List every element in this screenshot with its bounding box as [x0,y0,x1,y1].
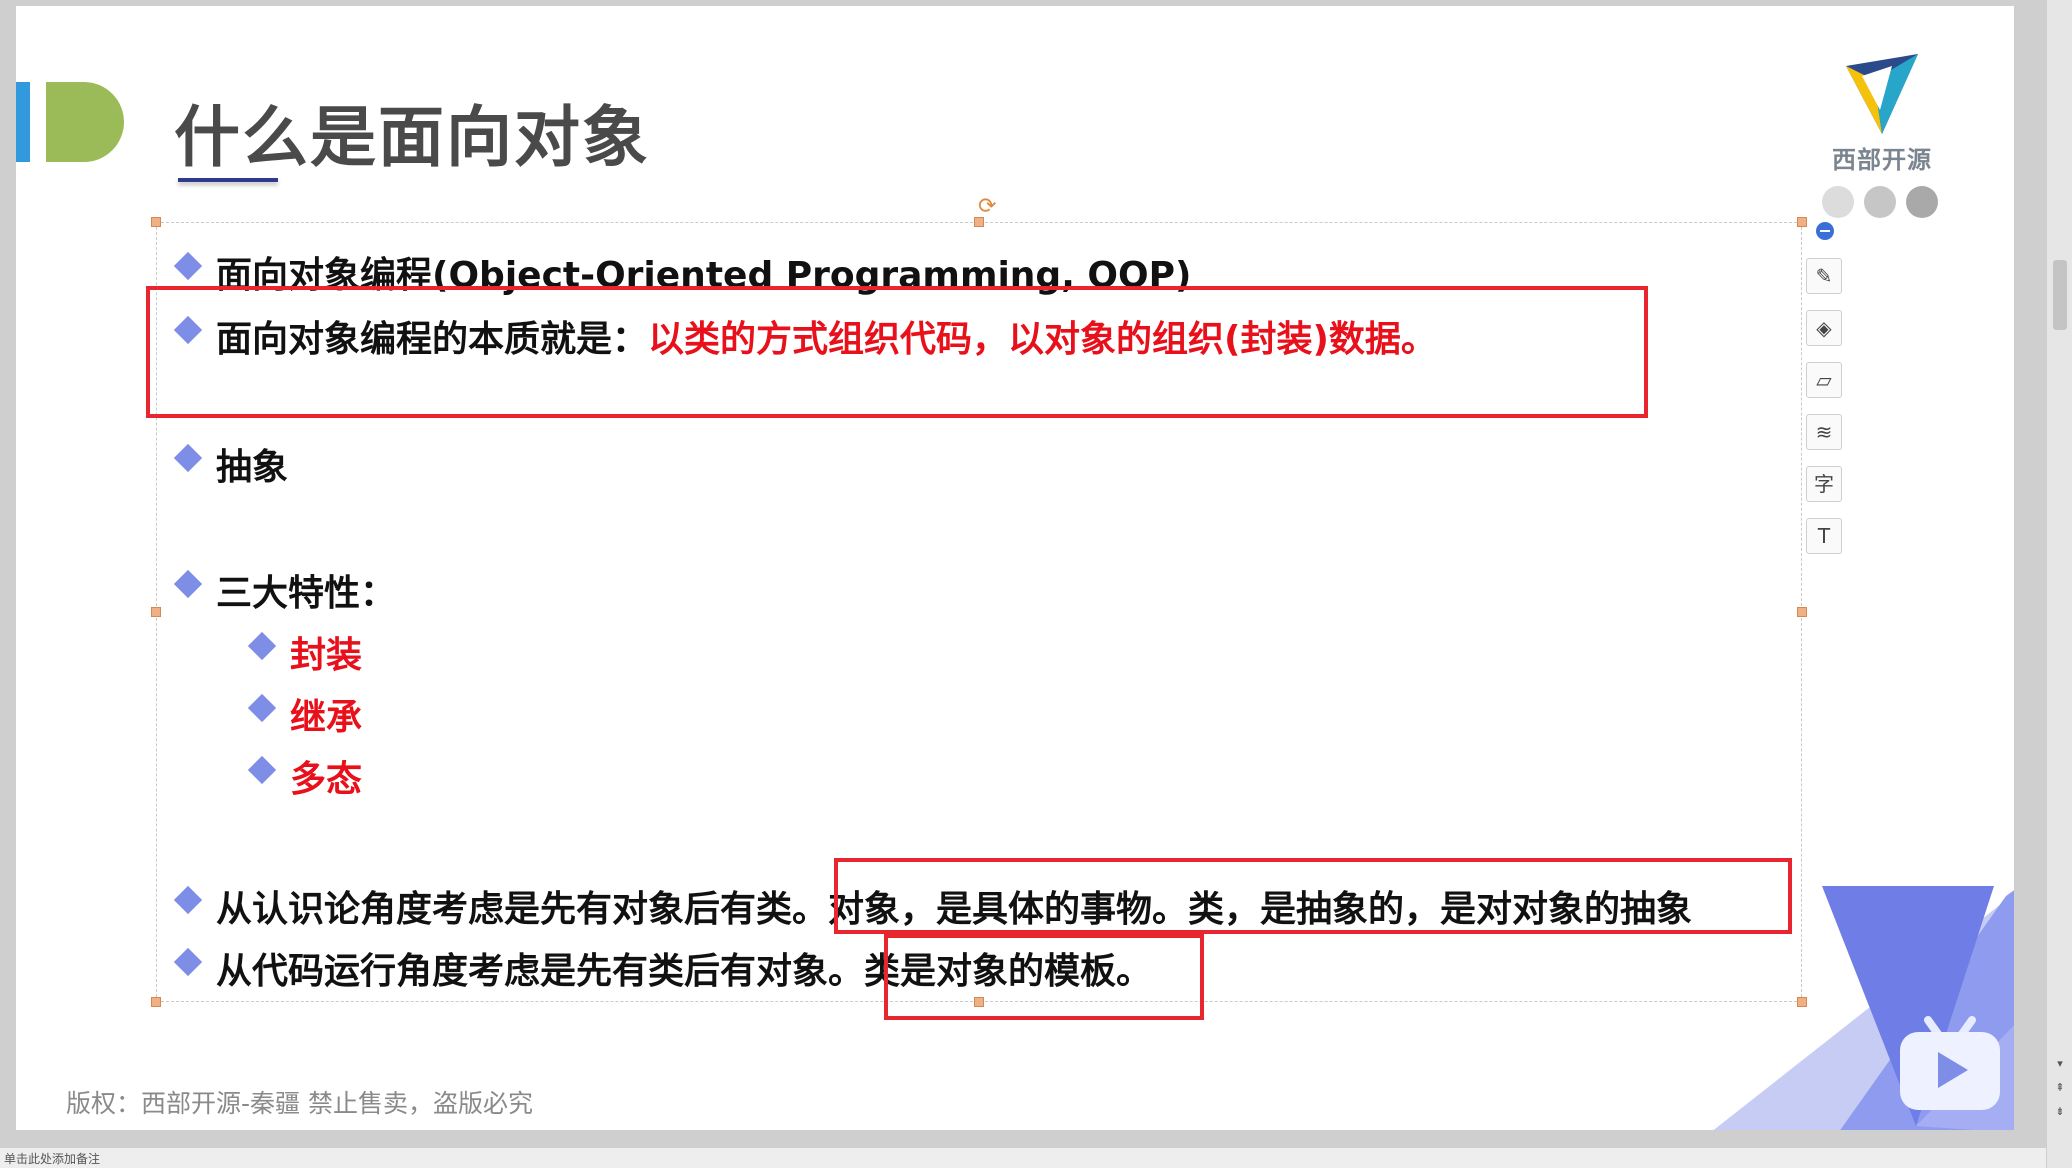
text-effect-icon[interactable]: T [1806,518,1842,554]
decor-dot [1822,186,1854,218]
notes-bar[interactable]: 单击此处添加备注 [0,1148,2046,1168]
notes-placeholder[interactable]: 单击此处添加备注 [4,1150,100,1167]
bullet-epistemology-a: 从认识论角度考虑是先有对象后有类。 [216,889,829,930]
resize-handle[interactable] [151,997,161,1007]
logo-icon [1846,54,1918,134]
text-style-icon[interactable]: 字 [1806,466,1842,502]
page-up-icon[interactable]: ⇞ [2052,1080,2068,1096]
feature-encapsulation: 封装 [290,635,363,676]
logo-text: 西部开源 [1832,146,1932,174]
title-underline [178,178,278,182]
feature-inheritance: 继承 [290,697,363,738]
bullet-three-features: 三大特性： [216,573,397,614]
resize-handle[interactable] [1797,217,1807,227]
edit-shape-icon[interactable]: ✎ [1806,258,1842,294]
scroll-down-icon[interactable]: ▾ [2052,1056,2068,1072]
copyright-footer: 版权：西部开源-秦疆 禁止售卖，盗版必究 [66,1089,533,1118]
rotate-handle-icon[interactable]: ⟳ [978,194,996,219]
fill-icon[interactable]: ◈ [1806,310,1842,346]
bullet-runtime-a: 从代码运行角度考虑是先有类后有对象。 [216,951,865,992]
decor-dot [1864,186,1896,218]
highlight-box [884,934,1204,1020]
resize-handle[interactable] [974,217,984,227]
feature-polymorphism: 多态 [290,759,363,800]
highlight-box [834,858,1792,934]
layers-icon[interactable]: ≋ [1806,414,1842,450]
outline-icon[interactable]: ▱ [1806,362,1842,398]
page-down-icon[interactable]: ⇟ [2052,1104,2068,1120]
resize-handle[interactable] [151,607,161,617]
video-play-icon[interactable] [1898,1016,2002,1112]
slide-title[interactable]: 什么是面向对象 [174,84,650,180]
vertical-scrollbar[interactable]: ▾ ⇞ ⇟ [2046,0,2072,1168]
resize-handle[interactable] [1797,997,1807,1007]
bullet-abstraction: 抽象 [216,447,289,488]
scrollbar-thumb[interactable] [2053,260,2067,330]
resize-handle[interactable] [1797,607,1807,617]
slide[interactable]: 什么是面向对象 西部开源 ⟳ 面向对象编程(Object-Oriented Pr… [16,6,2014,1130]
title-accent-bar [16,82,30,162]
decor-dot [1906,186,1938,218]
logo: 西部开源 [1822,52,1942,174]
resize-handle[interactable] [151,217,161,227]
title-accent-shape [46,82,124,162]
highlight-box [146,286,1648,418]
collapse-toolbar-button[interactable] [1816,222,1834,240]
